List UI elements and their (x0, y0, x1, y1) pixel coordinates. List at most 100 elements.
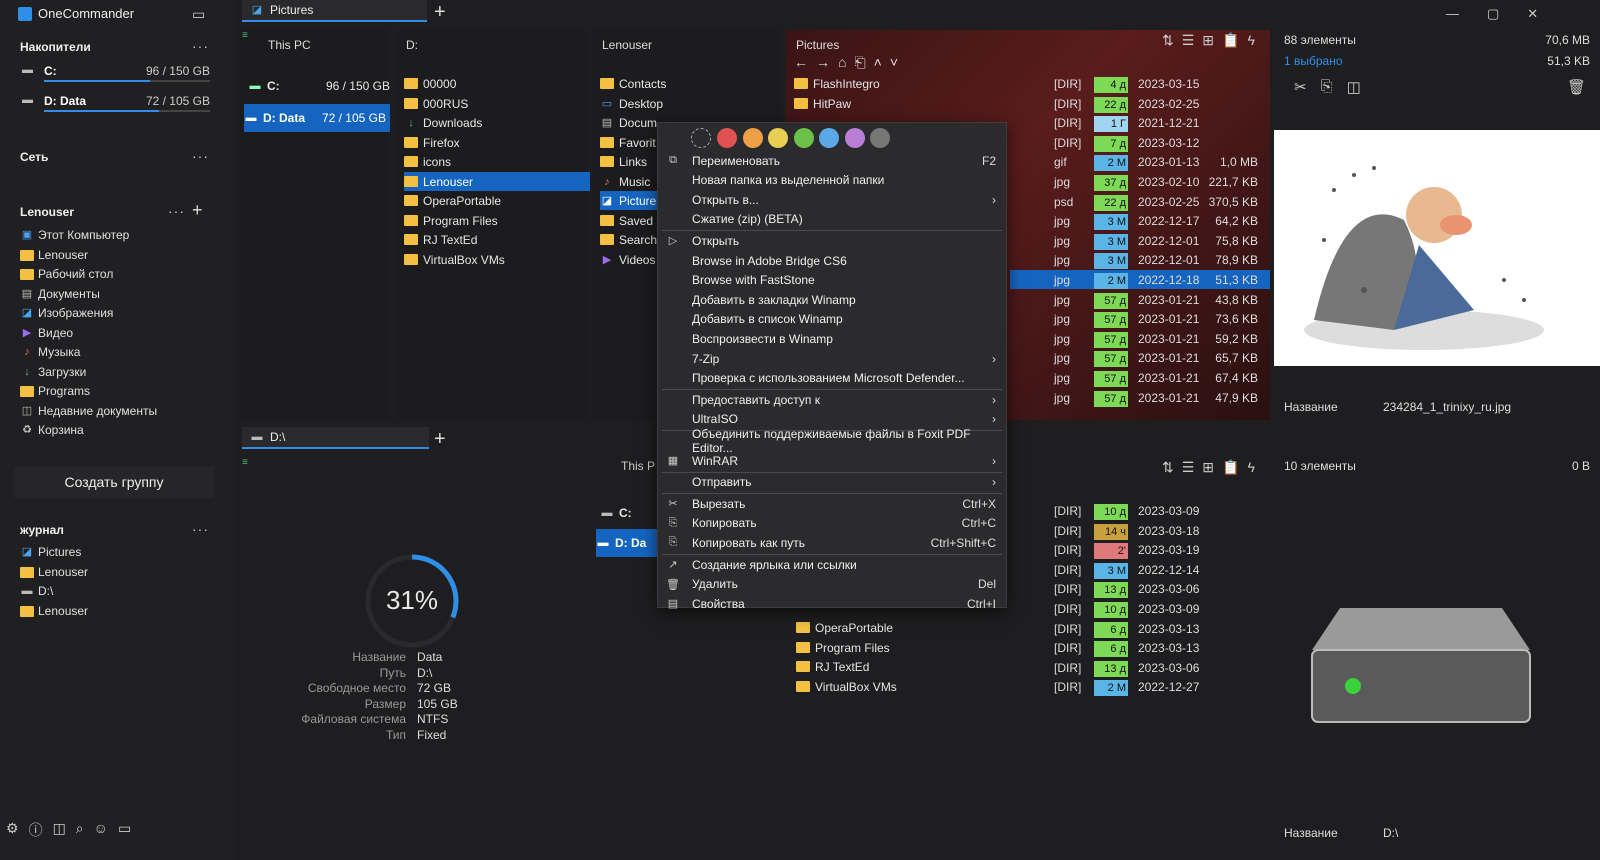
forward-icon[interactable]: → (816, 54, 830, 71)
table-row[interactable]: jpg 3 М 2022-12-01 78,9 KB (1050, 250, 1270, 270)
context-menu-item[interactable]: ▤ Свойства Ctrl+I (658, 594, 1006, 613)
journal-item-d[interactable]: ▬ D:\ (20, 581, 54, 601)
add-column-icon[interactable]: ⊞ (1202, 32, 1214, 49)
table-row[interactable]: [DIR] 6 д 2023-03-13 (1050, 638, 1270, 658)
table-row[interactable]: [DIR] 13 д 2023-03-06 (1050, 579, 1270, 599)
table-row[interactable]: gif 2 М 2023-01-13 1,0 MB (1050, 152, 1270, 172)
table-row[interactable]: jpg 3 М 2022-12-01 75,8 KB (1050, 231, 1270, 250)
list-item[interactable]: Contacts (600, 74, 666, 93)
list-item[interactable]: Program Files (404, 211, 498, 230)
table-row[interactable]: [DIR] 1 Г 2021-12-21 (1050, 113, 1270, 133)
create-group-button[interactable]: Создать группу (14, 466, 214, 498)
context-menu-item[interactable]: Отправить › (658, 473, 1006, 492)
clipboard-icon[interactable]: 📋 (1222, 459, 1239, 476)
table-row[interactable]: jpg 2 М 2022-12-18 51,3 KB (1010, 270, 1270, 289)
group-menu-icon[interactable]: ··· (168, 203, 185, 219)
sidebar-item-music[interactable]: ♪ Музыка (20, 342, 80, 362)
color-tag[interactable] (768, 128, 788, 148)
table-row[interactable]: [DIR] 3 М 2022-12-14 (1050, 560, 1270, 579)
context-menu-item[interactable]: Проверка с использованием Microsoft Defe… (658, 369, 1006, 388)
sidebar-item-pictures[interactable]: ◪ Изображения (20, 303, 114, 323)
sort-icon[interactable]: ⇅ (1162, 32, 1174, 49)
table-row[interactable]: jpg 57 д 2023-01-21 43,8 KB (1050, 290, 1270, 309)
layout-icon[interactable]: ◫ (53, 820, 66, 840)
journal-item-lenouser[interactable]: Lenouser (20, 562, 88, 582)
table-row[interactable]: jpg 57 д 2023-01-21 67,4 KB (1050, 368, 1270, 387)
list-item[interactable]: Links (600, 152, 647, 171)
list-item-selected[interactable]: Lenouser (404, 172, 590, 191)
search-icon[interactable]: ⌕ (76, 820, 84, 840)
list-icon[interactable]: ≡ (242, 457, 248, 468)
clipboard-icon[interactable]: 📋 (1222, 32, 1239, 49)
context-menu-item[interactable]: Сжатие (zip) (BETA) (658, 210, 1006, 229)
table-row[interactable]: [DIR] 6 д 2023-03-13 (1050, 619, 1270, 638)
list-item[interactable]: ▭ Desktop (600, 94, 663, 113)
add-icon[interactable]: + (192, 200, 203, 221)
list-item[interactable]: HitPaw (794, 94, 851, 113)
table-row[interactable]: psd 22 д 2023-02-25 370,5 KB (1050, 192, 1270, 211)
context-menu-item[interactable]: Добавить в закладки Winamp (658, 290, 1006, 309)
context-menu-item[interactable]: Добавить в список Winamp (658, 310, 1006, 329)
list-item[interactable]: ♪ Music (600, 172, 650, 191)
context-menu-item[interactable]: ▷ Открыть (658, 231, 1006, 250)
table-row[interactable]: jpg 37 д 2023-02-10 221,7 KB (1050, 172, 1270, 191)
context-menu-item[interactable]: 7-Zip › (658, 349, 1006, 368)
sidebar-item-recent[interactable]: ◫ Недавние документы (20, 401, 157, 421)
sidebar-drive-c[interactable]: ▬ C: 96 / 150 GB (20, 62, 210, 82)
list-item[interactable]: 000RUS (404, 94, 468, 113)
tab-pictures[interactable]: ◪ Pictures (242, 0, 428, 22)
list-item[interactable]: RJ TextEd (404, 230, 477, 249)
list-item[interactable]: ▤ Docum (600, 113, 657, 132)
sidebar-item-programs[interactable]: Programs (20, 381, 90, 401)
flash-icon[interactable]: ϟ (1247, 459, 1254, 476)
copy-icon[interactable]: ⎘ (1321, 78, 1333, 96)
tab-d[interactable]: ▬ D:\ (242, 427, 430, 449)
list-item[interactable]: VirtualBox VMs (404, 250, 505, 269)
info-icon[interactable]: ⓘ (29, 820, 43, 840)
new-window-icon[interactable]: ▭ (192, 6, 205, 23)
drives-menu-icon[interactable]: ··· (192, 38, 209, 54)
table-row[interactable]: [DIR] 4 д 2023-03-15 (1050, 74, 1270, 93)
journal-item-pictures[interactable]: ◪ Pictures (20, 542, 82, 562)
sidebar-item-this-pc[interactable]: ▣ Этот Компьютер (20, 225, 130, 245)
details-icon[interactable]: ☰ (1182, 32, 1195, 49)
context-menu-item[interactable]: Предоставить доступ к › (658, 390, 1006, 409)
sidebar-item-documents[interactable]: ▤ Документы (20, 284, 100, 304)
table-row[interactable]: jpg 3 М 2022-12-17 64,2 KB (1050, 211, 1270, 231)
color-tag[interactable] (844, 128, 865, 148)
user-icon[interactable]: ☺ (94, 820, 108, 840)
list-item[interactable]: Program Files (796, 638, 890, 657)
table-row[interactable]: [DIR] 2' 2023-03-19 (1050, 540, 1270, 560)
context-menu-item[interactable]: Объединить поддерживаемые файлы в Foxit … (658, 427, 1006, 455)
folder-up-icon[interactable]: ⎗ (854, 54, 865, 71)
sidebar-item-videos[interactable]: ▶ Видео (20, 323, 73, 343)
new-tab-button[interactable]: + (434, 2, 446, 22)
table-row[interactable]: [DIR] 10 д 2023-03-09 (1050, 599, 1270, 618)
journal-menu-icon[interactable]: ··· (192, 521, 209, 537)
context-menu-item[interactable]: Новая папка из выделенной папки (658, 171, 1006, 190)
list-item[interactable]: icons (404, 152, 451, 171)
compare-icon[interactable]: ◫ (1347, 78, 1361, 96)
list-icon[interactable]: ≡ (242, 30, 248, 41)
list-item[interactable]: Saved (600, 211, 653, 230)
home-icon[interactable]: ⌂ (838, 54, 846, 71)
journal-item-lenouser-2[interactable]: Lenouser (20, 601, 88, 621)
table-row[interactable]: [DIR] 2 М 2022-12-27 (1050, 677, 1270, 697)
color-tag[interactable] (870, 128, 890, 148)
network-menu-icon[interactable]: ··· (192, 148, 209, 164)
color-tag-none[interactable] (691, 128, 711, 148)
chevron-down-icon[interactable]: ˅ (890, 54, 898, 71)
context-menu-item[interactable]: ▦ WinRAR › (658, 451, 1006, 470)
context-menu-item[interactable]: Browse with FastStone (658, 271, 1006, 290)
sidebar-item-recycle-bin[interactable]: ♻ Корзина (20, 420, 84, 440)
color-tag[interactable] (742, 128, 763, 148)
sidebar-drive-d[interactable]: ▬ D: Data 72 / 105 GB (20, 92, 210, 112)
color-tag[interactable] (819, 128, 839, 148)
table-row[interactable]: [DIR] 7 д 2023-03-12 (1050, 133, 1270, 152)
trash-icon[interactable]: 🗑 (1567, 78, 1586, 96)
sidebar-item-downloads[interactable]: ↓ Загрузки (20, 362, 86, 382)
list-item[interactable]: Firefox (404, 133, 460, 152)
add-column-icon[interactable]: ⊞ (1202, 459, 1214, 476)
drive-row-d[interactable]: ▬ D: Da (596, 529, 658, 557)
context-menu-item[interactable]: Browse in Adobe Bridge CS6 (658, 251, 1006, 270)
